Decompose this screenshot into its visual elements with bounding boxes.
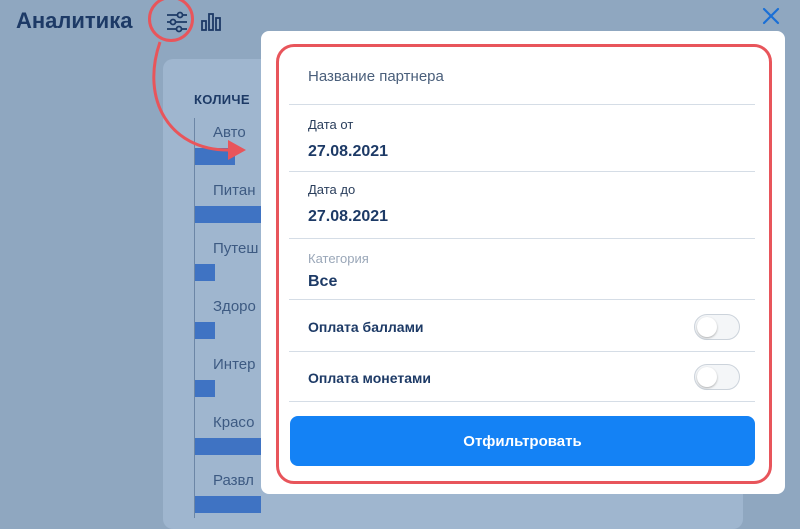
filter-submit-button[interactable]: Отфильтровать bbox=[290, 416, 755, 466]
filter-icon-highlight bbox=[148, 0, 194, 42]
analytics-section-title: КОЛИЧЕ bbox=[194, 92, 250, 107]
category-label: Категория bbox=[308, 251, 369, 266]
category-row-label: Развл bbox=[213, 472, 254, 489]
category-bar bbox=[195, 264, 215, 281]
category-bar bbox=[195, 438, 261, 455]
divider bbox=[289, 299, 755, 300]
toggle-knob bbox=[697, 367, 717, 387]
pay-points-toggle[interactable] bbox=[694, 314, 740, 340]
divider bbox=[289, 351, 755, 352]
divider bbox=[289, 104, 755, 105]
close-icon[interactable] bbox=[761, 6, 781, 26]
date-from-label: Дата от bbox=[308, 117, 354, 132]
category-row-label: Здоро bbox=[213, 298, 256, 315]
category-bar bbox=[195, 206, 261, 223]
pay-coins-label: Оплата монетами bbox=[308, 370, 431, 386]
bar-chart-icon[interactable] bbox=[199, 9, 225, 35]
toggle-knob bbox=[697, 317, 717, 337]
page-title: Аналитика bbox=[16, 8, 133, 33]
divider bbox=[289, 238, 755, 239]
date-from-field[interactable]: 27.08.2021 bbox=[308, 143, 388, 161]
pay-points-label: Оплата баллами bbox=[308, 319, 424, 335]
divider bbox=[289, 171, 755, 172]
date-to-field[interactable]: 27.08.2021 bbox=[308, 208, 388, 226]
category-bar bbox=[195, 380, 215, 397]
chart-axis bbox=[194, 118, 195, 518]
category-row-label: Красо bbox=[213, 414, 255, 431]
category-row-label: Интер bbox=[213, 356, 256, 373]
category-bar bbox=[195, 496, 261, 513]
category-row-label: Питан bbox=[213, 182, 256, 199]
category-row-label: Авто bbox=[213, 124, 246, 141]
category-select[interactable]: Все bbox=[308, 273, 337, 291]
category-bar bbox=[195, 322, 215, 339]
category-bar bbox=[195, 148, 235, 165]
date-to-label: Дата до bbox=[308, 182, 356, 197]
divider bbox=[289, 401, 755, 402]
category-row-label: Путеш bbox=[213, 240, 259, 257]
pay-coins-toggle[interactable] bbox=[694, 364, 740, 390]
partner-name-input[interactable]: Название партнера bbox=[308, 68, 444, 85]
